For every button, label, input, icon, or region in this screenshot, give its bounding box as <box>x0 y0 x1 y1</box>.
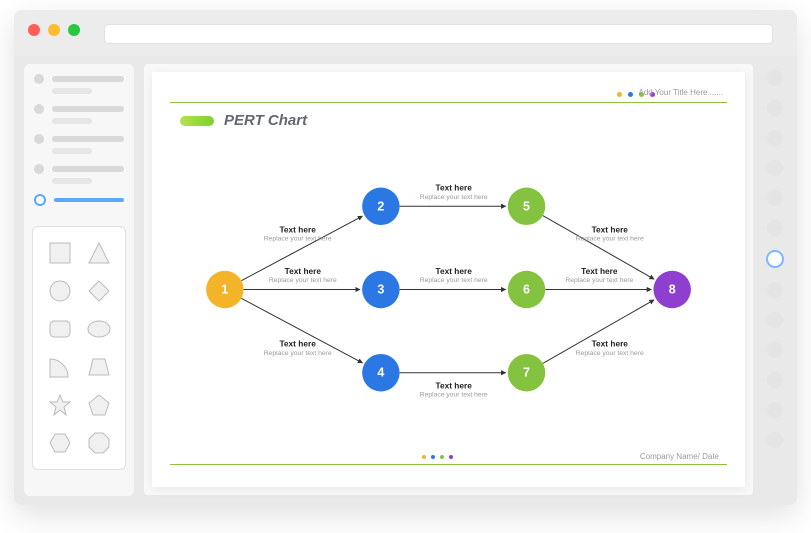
edge-sublabel: Replace your text here <box>420 277 488 284</box>
footer-color-dots <box>422 455 453 459</box>
shape-pentagon-icon[interactable] <box>84 391 113 419</box>
svg-text:5: 5 <box>523 199 530 213</box>
svg-text:6: 6 <box>523 283 530 297</box>
shape-palette <box>32 226 126 470</box>
thumb-item[interactable] <box>767 282 783 298</box>
thumb-item[interactable] <box>767 70 783 86</box>
thumb-item[interactable] <box>767 342 783 358</box>
thumb-item[interactable] <box>767 432 783 448</box>
edge-label: Text here <box>592 339 629 349</box>
svg-text:3: 3 <box>377 283 384 297</box>
slide-title-row: PERT Chart <box>180 112 307 129</box>
window-controls <box>28 24 80 36</box>
shape-ellipse-icon[interactable] <box>84 315 113 343</box>
titlebar <box>14 10 797 56</box>
slide-title: PERT Chart <box>224 112 307 129</box>
slide-canvas[interactable]: Add Your Title Here ...... PERT Chart Te… <box>152 72 745 487</box>
thumb-item[interactable] <box>767 190 783 206</box>
pert-node[interactable]: 5 <box>508 188 545 225</box>
shape-rounded-rect-icon[interactable] <box>45 315 74 343</box>
thumb-item[interactable] <box>767 312 783 328</box>
edge-sublabel: Replace your text here <box>420 392 488 399</box>
header-divider <box>170 102 727 103</box>
thumb-item[interactable] <box>767 220 783 236</box>
edge-sublabel: Replace your text here <box>565 277 633 284</box>
canvas-area: Add Your Title Here ...... PERT Chart Te… <box>144 64 753 495</box>
title-accent-icon <box>180 116 214 126</box>
svg-text:2: 2 <box>377 199 384 213</box>
svg-text:1: 1 <box>221 283 228 297</box>
thumb-item[interactable] <box>767 160 783 176</box>
thumb-item[interactable] <box>767 100 783 116</box>
edge-label: Text here <box>592 224 629 234</box>
shape-hexagon-icon[interactable] <box>45 429 74 457</box>
edge-sublabel: Replace your text here <box>576 350 644 357</box>
sidebar-item[interactable] <box>34 164 124 174</box>
footer-company: Company Name/ Date <box>640 452 719 461</box>
footer-divider <box>170 464 727 465</box>
sidebar-item-active[interactable] <box>34 194 124 206</box>
svg-text:8: 8 <box>669 283 676 297</box>
thumb-item[interactable] <box>767 402 783 418</box>
pert-node[interactable]: 1 <box>206 271 243 308</box>
shape-diamond-icon[interactable] <box>84 277 113 305</box>
address-bar[interactable] <box>104 24 773 44</box>
pert-node[interactable]: 6 <box>508 271 545 308</box>
edge-sublabel: Replace your text here <box>264 236 332 243</box>
close-icon[interactable] <box>28 24 40 36</box>
thumb-item[interactable] <box>767 372 783 388</box>
header-hint: Add Your Title Here ...... <box>639 88 724 97</box>
pert-node[interactable]: 7 <box>508 354 545 391</box>
minimize-icon[interactable] <box>48 24 60 36</box>
edge-label: Text here <box>285 266 322 276</box>
thumb-item-active[interactable] <box>766 250 784 268</box>
shape-circle-icon[interactable] <box>45 277 74 305</box>
left-sidebar <box>24 64 134 496</box>
pert-node[interactable]: 3 <box>362 271 399 308</box>
shape-star-icon[interactable] <box>45 391 74 419</box>
edge-label: Text here <box>279 339 316 349</box>
edge-sublabel: Replace your text here <box>576 236 644 243</box>
shape-square-icon[interactable] <box>45 239 74 267</box>
maximize-icon[interactable] <box>68 24 80 36</box>
edge-label: Text here <box>436 266 473 276</box>
edge-label: Text here <box>581 266 618 276</box>
shape-quarter-circle-icon[interactable] <box>45 353 74 381</box>
sidebar-item[interactable] <box>34 74 124 84</box>
edge-label: Text here <box>436 183 473 193</box>
edge-label: Text here <box>436 380 473 390</box>
edge-sublabel: Replace your text here <box>264 350 332 357</box>
sidebar-item[interactable] <box>34 134 124 144</box>
app-window: Add Your Title Here ...... PERT Chart Te… <box>14 10 797 505</box>
shape-trapezoid-icon[interactable] <box>84 353 113 381</box>
thumb-item[interactable] <box>767 130 783 146</box>
edge-sublabel: Replace your text here <box>420 194 488 201</box>
shape-triangle-icon[interactable] <box>84 239 113 267</box>
edge-label: Text here <box>279 224 316 234</box>
svg-text:7: 7 <box>523 366 530 380</box>
shape-octagon-icon[interactable] <box>84 429 113 457</box>
svg-text:4: 4 <box>377 366 384 380</box>
pert-diagram: Text hereReplace your text hereText here… <box>152 132 745 447</box>
pert-node[interactable]: 8 <box>653 271 690 308</box>
pert-node[interactable]: 4 <box>362 354 399 391</box>
pert-node[interactable]: 2 <box>362 188 399 225</box>
edge-sublabel: Replace your text here <box>269 277 337 284</box>
right-sidebar <box>761 64 789 495</box>
sidebar-item[interactable] <box>34 104 124 114</box>
